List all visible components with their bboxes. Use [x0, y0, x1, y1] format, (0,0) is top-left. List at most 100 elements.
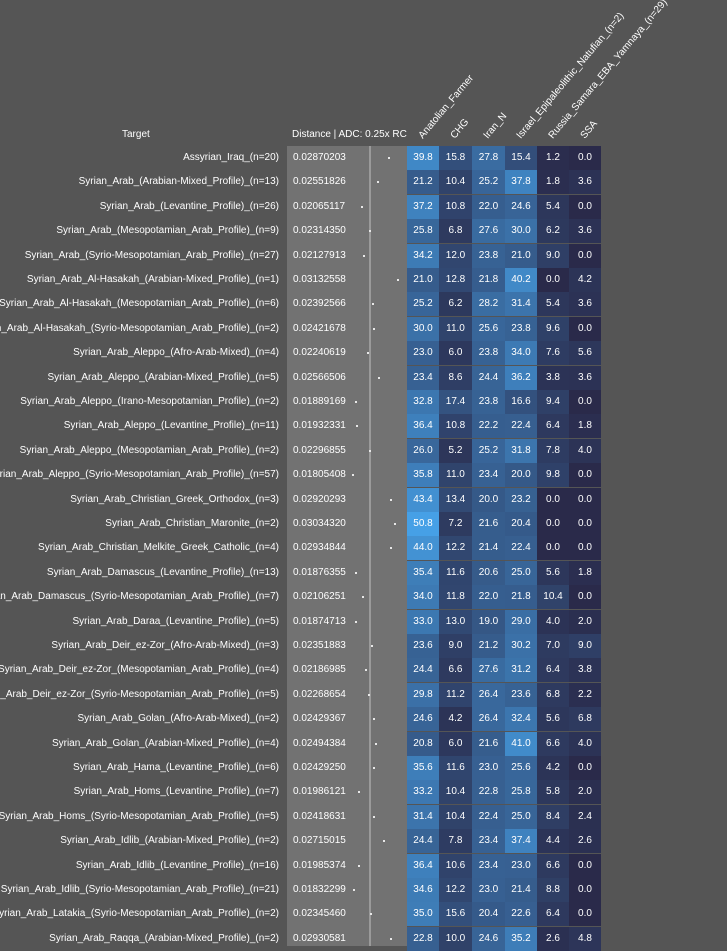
table-row: Syrian_Arab_Christian_Melkite_Greek_Cath… [0, 536, 727, 561]
value-cell: 21.4 [505, 878, 537, 902]
value-cell: 2.4 [569, 804, 601, 829]
value-cell: 31.4 [407, 804, 439, 829]
value-cell: 9.0 [439, 634, 472, 658]
target-name: Syrian_Arab_Hama_(Levantine_Profile)_(n=… [73, 762, 279, 773]
value-cell: 34.0 [407, 585, 439, 610]
distance-value: 0.03132558 [293, 274, 346, 285]
value-cell: 24.6 [472, 926, 505, 951]
value-cell: 3.6 [569, 365, 601, 390]
distance-dot [388, 157, 390, 159]
value-cell: 27.6 [472, 219, 505, 244]
value-cell: 20.0 [505, 463, 537, 488]
distance-value: 0.02314350 [293, 225, 346, 237]
value-cell: 9.4 [537, 390, 569, 414]
value-cell: 5.6 [569, 341, 601, 366]
value-cell: 22.2 [472, 414, 505, 439]
value-cell: 15.8 [439, 146, 472, 170]
target-name: Syrian_Arab_Aleppo_(Mesopotamian_Arab_Pr… [19, 444, 279, 456]
distance-dot [363, 254, 365, 257]
target-name: Syrian_Arab_(Levantine_Profile)_(n=26) [99, 200, 279, 212]
distance-dot [353, 889, 355, 891]
value-cell: 20.4 [472, 902, 505, 927]
value-cell: 10.6 [439, 853, 472, 878]
value-cell: 22.8 [472, 780, 505, 805]
value-cell: 5.2 [439, 438, 472, 463]
value-cell: 5.6 [537, 707, 569, 732]
value-cell: 0.0 [569, 512, 601, 536]
table-row: Syrian_Arab_Deir_ez-Zor_(Afro-Arab-Mixed… [0, 634, 727, 658]
value-cell: 4.0 [537, 609, 569, 634]
value-cell: 8.8 [537, 878, 569, 902]
distance-value: 0.02127913 [293, 249, 346, 261]
value-cell: 12.2 [439, 878, 472, 902]
value-cell: 23.0 [407, 341, 439, 366]
value-cell: 11.0 [439, 463, 472, 488]
value-cell: 21.8 [505, 585, 537, 610]
distance-dot [352, 474, 354, 477]
value-cell: 11.8 [439, 585, 472, 610]
distance-value: 0.02065117 [293, 200, 346, 212]
table-row: Syrian_Arab_Deir_ez-Zor_(Syrio-Mesopotam… [0, 682, 727, 707]
distance-dot [394, 523, 396, 525]
table-row: Assyrian_Iraq_(n=20) 0.02870203 39.8 15.8 27… [0, 146, 727, 170]
value-cell: 6.0 [439, 341, 472, 366]
value-cell: 4.4 [537, 829, 569, 854]
distance-value: 0.01986121 [293, 786, 346, 798]
value-cell: 0.0 [569, 756, 601, 780]
value-cell: 29.8 [407, 682, 439, 707]
target-name: Syrian_Arab_(Syrio-Mesopotamian_Arab_Pro… [24, 249, 279, 261]
value-cell: 20.4 [505, 512, 537, 536]
value-cell: 25.2 [472, 438, 505, 463]
distance-value: 0.02421678 [293, 322, 346, 334]
table-row: Syrian_Arab_Al-Hasakah_(Syrio-Mesopotami… [0, 316, 727, 341]
value-cell: 0.0 [569, 390, 601, 414]
table-row: Syrian_Arab_Golan_(Afro-Arab-Mixed)_(n=2… [0, 707, 727, 732]
value-cell: 6.4 [537, 414, 569, 439]
value-cell: 24.6 [407, 707, 439, 732]
value-cell: 21.8 [472, 268, 505, 292]
value-cell: 0.0 [569, 902, 601, 927]
value-cell: 25.8 [505, 780, 537, 805]
value-cell: 26.0 [407, 438, 439, 463]
target-name: Syrian_Arab_Homs_(Syrio-Mesopotamian_Ara… [0, 810, 279, 822]
value-cell: 36.4 [407, 853, 439, 878]
value-cell: 4.0 [569, 438, 601, 463]
distance-dot [375, 742, 377, 745]
target-name: Syrian_Arab_Al-Hasakah_(Arabian-Mixed_Pr… [26, 274, 279, 285]
table-row: Syrian_Arab_Hama_(Levantine_Profile)_(n=… [0, 756, 727, 780]
value-cell: 2.0 [569, 609, 601, 634]
value-cell: 43.4 [407, 487, 439, 512]
table-row: Syrian_Arab_Aleppo_(Irano-Mesopotamian_P… [0, 390, 727, 414]
value-cell: 25.2 [407, 292, 439, 317]
distance-value: 0.02418631 [293, 810, 346, 822]
table-row: Syrian_Arab_(Mesopotamian_Arab_Profile)_… [0, 219, 727, 244]
value-cell: 0.0 [537, 512, 569, 536]
distance-value: 0.02494384 [293, 737, 346, 749]
column-header-2: Iran_N [481, 110, 510, 141]
value-cell: 8.4 [537, 804, 569, 829]
distance-dot [390, 547, 392, 550]
value-cell: 0.0 [569, 316, 601, 341]
value-cell: 4.0 [569, 731, 601, 756]
table-row: Syrian_Arab_(Levantine_Profile)_(n=26) 0.… [0, 194, 727, 219]
value-cell: 22.4 [505, 414, 537, 439]
value-cell: 10.8 [439, 414, 472, 439]
table-row: Syrian_Arab_Al-Hasakah_(Arabian-Mixed_Pr… [0, 268, 727, 292]
table-row: Syrian_Arab_Aleppo_(Afro-Arab-Mixed)_(n=… [0, 341, 727, 366]
distance-value: 0.01832299 [293, 884, 346, 895]
target-name: Syrian_Arab_Christian_Melkite_Greek_Cath… [38, 542, 279, 554]
value-cell: 6.0 [439, 731, 472, 756]
table-row: Syrian_Arab_Raqqa_(Arabian-Mixed_Profile… [0, 926, 727, 951]
value-cell: 0.0 [569, 853, 601, 878]
distance-value: 0.02551826 [293, 176, 346, 188]
value-cell: 50.8 [407, 512, 439, 536]
distance-value: 0.02920293 [293, 493, 346, 505]
value-cell: 33.0 [407, 609, 439, 634]
value-cell: 5.8 [537, 780, 569, 805]
target-name: Syrian_Arab_Idlib_(Levantine_Profile)_(n… [75, 859, 279, 871]
table-row: Syrian_Arab_Homs_(Levantine_Profile)_(n=… [0, 780, 727, 805]
distance-dot [368, 693, 370, 696]
value-cell: 21.6 [472, 512, 505, 536]
value-cell: 21.2 [472, 634, 505, 658]
value-cell: 4.2 [537, 756, 569, 780]
